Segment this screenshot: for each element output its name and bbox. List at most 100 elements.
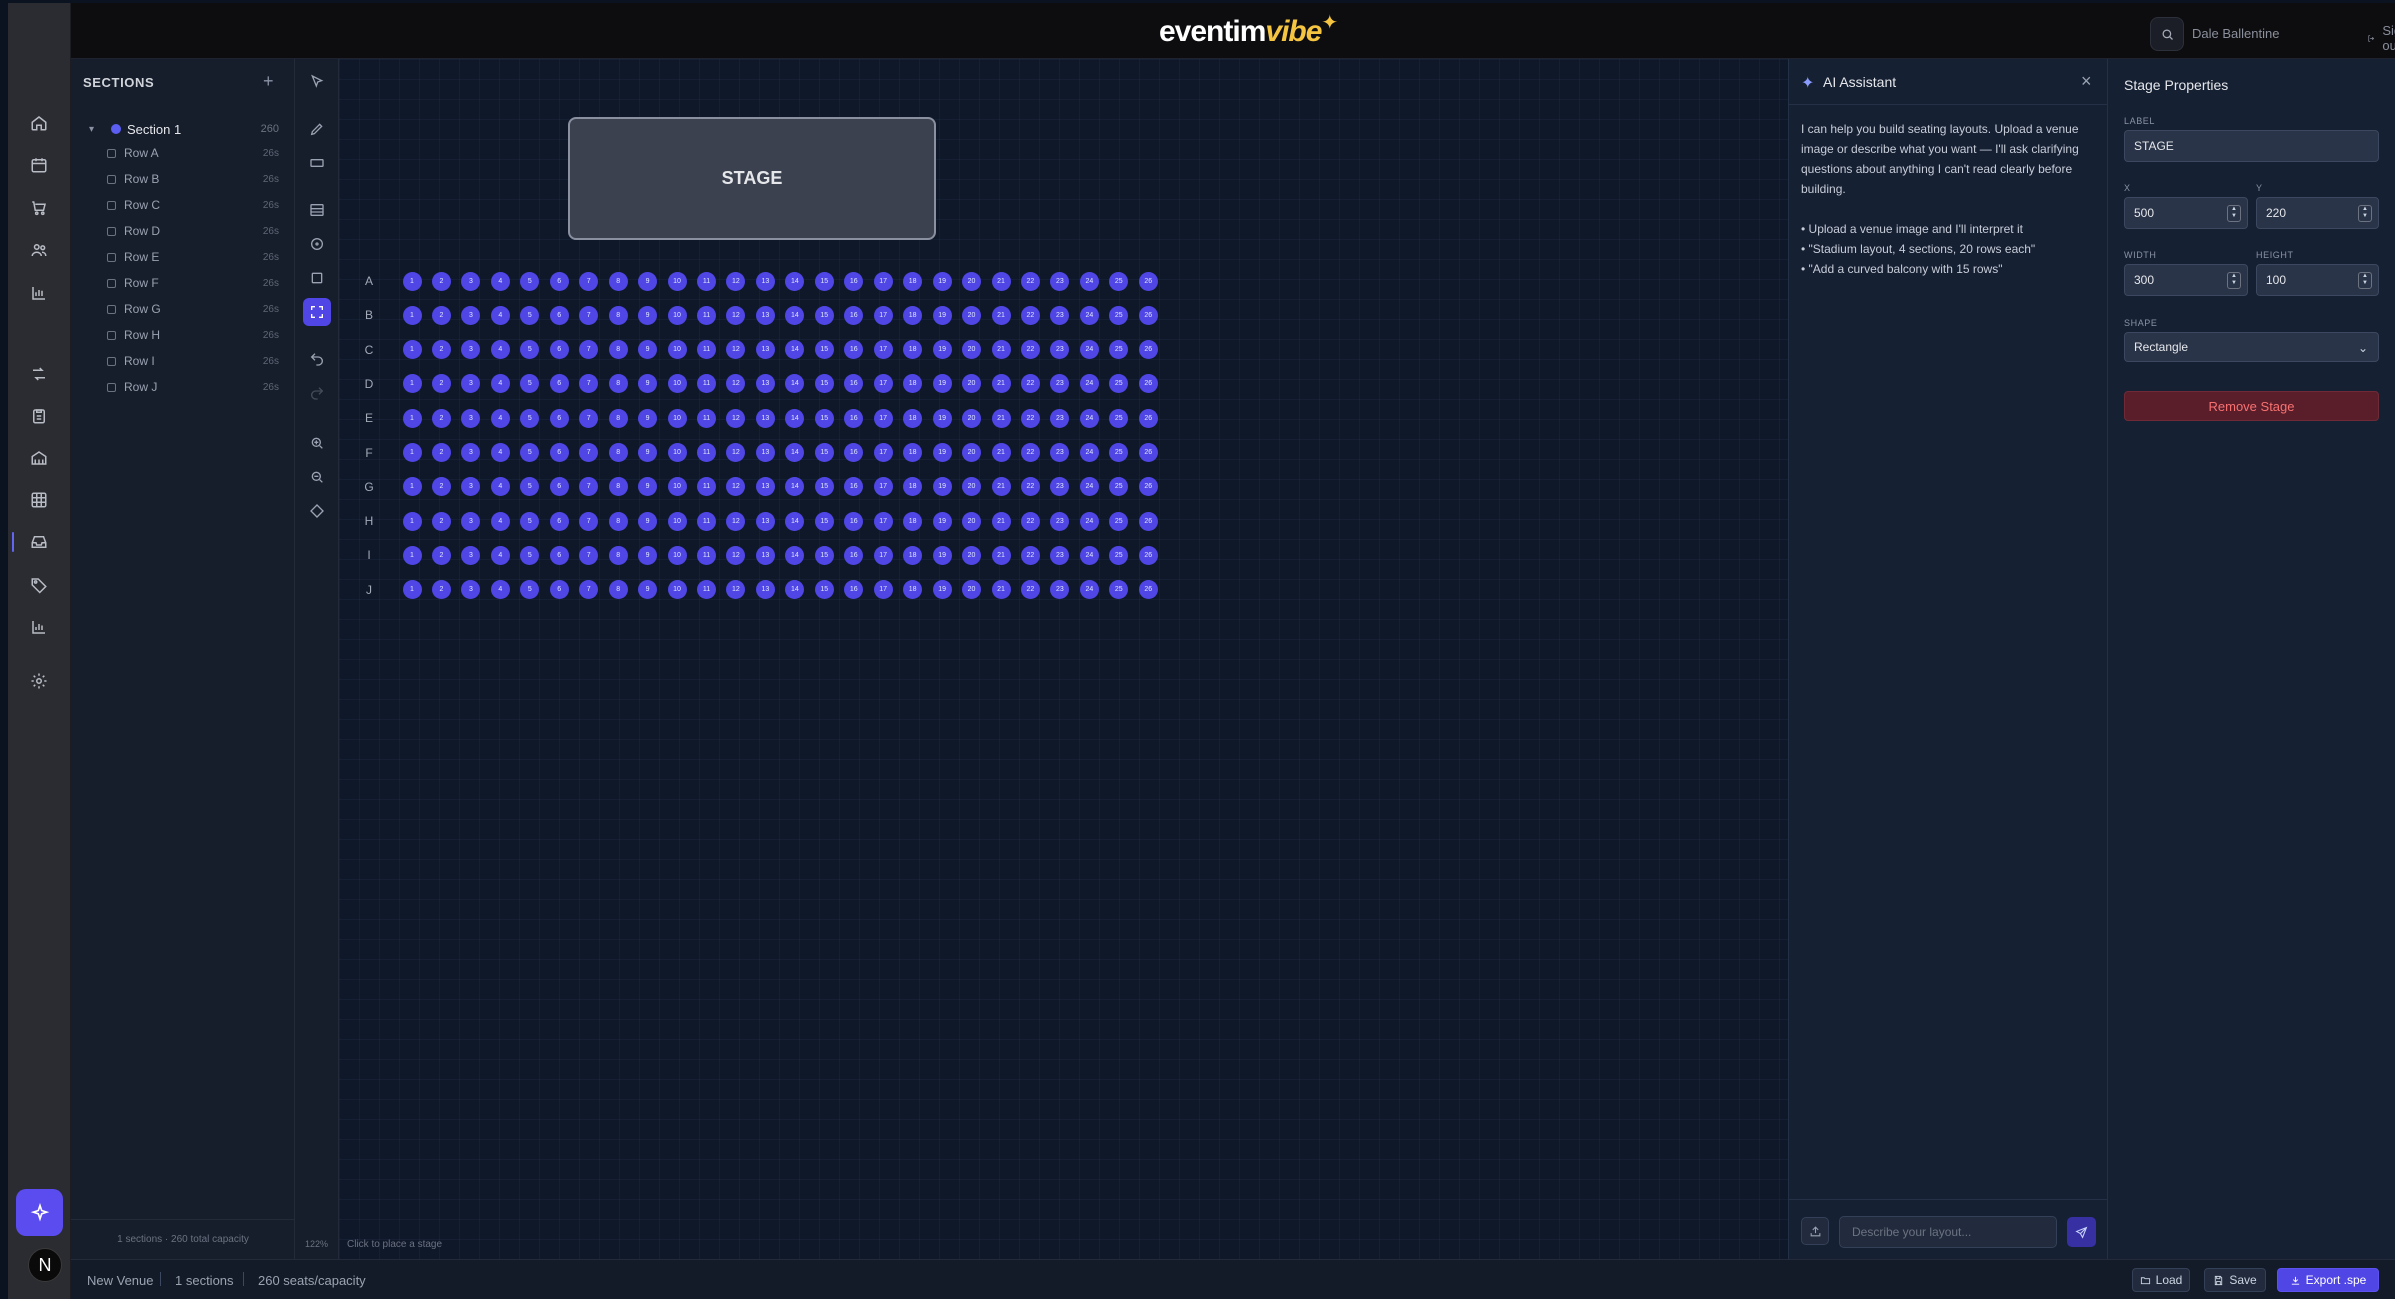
- seat[interactable]: 9: [638, 408, 658, 428]
- seat[interactable]: 23: [1050, 545, 1070, 565]
- seat[interactable]: 17: [873, 580, 893, 600]
- seat[interactable]: 6: [549, 340, 569, 360]
- seat[interactable]: 17: [873, 340, 893, 360]
- sign-out-button[interactable]: Sign out: [2367, 23, 2395, 53]
- seat[interactable]: 24: [1079, 408, 1099, 428]
- seat[interactable]: 1: [402, 271, 422, 291]
- seat[interactable]: 12: [726, 340, 746, 360]
- seat[interactable]: 24: [1079, 271, 1099, 291]
- seat[interactable]: 11: [697, 545, 716, 565]
- seat[interactable]: 23: [1050, 580, 1070, 600]
- describe-layout-input[interactable]: [1839, 1216, 2057, 1248]
- ai-assistant-button[interactable]: [16, 1189, 63, 1236]
- width-field[interactable]: 300 ▲ ▼: [2124, 264, 2248, 296]
- seat[interactable]: 7: [579, 477, 599, 497]
- users-icon[interactable]: [26, 237, 52, 263]
- seat[interactable]: 4: [490, 580, 510, 600]
- seat[interactable]: 2: [431, 580, 451, 600]
- seat[interactable]: 14: [785, 271, 805, 291]
- seat[interactable]: 20: [962, 408, 982, 428]
- seat[interactable]: 10: [667, 271, 687, 291]
- seat[interactable]: 16: [844, 511, 864, 531]
- seat[interactable]: 8: [608, 580, 628, 600]
- pen-tool[interactable]: [303, 115, 331, 143]
- y-field[interactable]: 220 ▲ ▼: [2256, 197, 2379, 229]
- seat[interactable]: 13: [755, 477, 775, 497]
- seat[interactable]: 13: [755, 580, 775, 600]
- stage-element[interactable]: STAGE: [568, 117, 936, 240]
- height-stepper[interactable]: ▲ ▼: [2358, 272, 2372, 289]
- seat[interactable]: 23: [1050, 271, 1070, 291]
- seat[interactable]: 19: [932, 443, 952, 462]
- seat[interactable]: 3: [461, 580, 481, 600]
- seat[interactable]: 21: [991, 340, 1011, 360]
- seat[interactable]: 17: [873, 511, 893, 531]
- seat[interactable]: 2: [431, 477, 451, 497]
- seat[interactable]: 4: [490, 271, 510, 291]
- seat[interactable]: 25: [1109, 511, 1129, 531]
- seat[interactable]: 7: [579, 443, 599, 462]
- seat[interactable]: 17: [873, 271, 893, 291]
- seat[interactable]: 18: [903, 408, 923, 428]
- seat[interactable]: 7: [579, 408, 599, 428]
- seat[interactable]: 19: [932, 340, 952, 360]
- seat[interactable]: 14: [785, 408, 805, 428]
- seat[interactable]: 25: [1109, 580, 1129, 600]
- seat[interactable]: 6: [549, 443, 569, 462]
- seat[interactable]: 26: [1138, 443, 1158, 462]
- seat[interactable]: 21: [991, 374, 1011, 394]
- seat[interactable]: 8: [608, 545, 628, 565]
- seat[interactable]: 22: [1020, 408, 1040, 428]
- seat[interactable]: 16: [844, 271, 864, 291]
- seat[interactable]: 20: [962, 340, 982, 360]
- seat[interactable]: 26: [1138, 271, 1158, 291]
- seat[interactable]: 4: [490, 340, 510, 360]
- seat[interactable]: 15: [814, 580, 834, 600]
- seat[interactable]: 17: [873, 408, 893, 428]
- y-stepper[interactable]: ▲ ▼: [2358, 205, 2372, 222]
- seat[interactable]: 19: [932, 374, 952, 394]
- circle-tool[interactable]: [303, 230, 331, 258]
- seat[interactable]: 2: [431, 545, 451, 565]
- seat[interactable]: 7: [579, 511, 599, 531]
- seat[interactable]: 26: [1138, 580, 1158, 600]
- seat[interactable]: 14: [785, 374, 805, 394]
- seat[interactable]: 5: [520, 545, 540, 565]
- seat[interactable]: 19: [932, 580, 952, 600]
- seat[interactable]: 8: [608, 477, 628, 497]
- seat[interactable]: 25: [1109, 545, 1129, 565]
- seat[interactable]: 11: [697, 374, 716, 394]
- select-tool[interactable]: [303, 68, 331, 96]
- seat[interactable]: 11: [697, 305, 716, 325]
- seat[interactable]: 2: [431, 340, 451, 360]
- gear-icon[interactable]: [26, 668, 52, 694]
- seat[interactable]: 20: [962, 271, 982, 291]
- seat[interactable]: 3: [461, 340, 481, 360]
- seat[interactable]: 15: [814, 408, 834, 428]
- seat[interactable]: 22: [1020, 580, 1040, 600]
- seat[interactable]: 11: [697, 511, 716, 531]
- seat[interactable]: 4: [490, 305, 510, 325]
- seat[interactable]: 1: [402, 374, 422, 394]
- section-item[interactable]: ▾ Section 1 260: [89, 119, 279, 139]
- venue-icon[interactable]: [26, 445, 52, 471]
- sidebar-row-item[interactable]: Row B 26s: [107, 170, 279, 188]
- seat[interactable]: 21: [991, 477, 1011, 497]
- seat[interactable]: 11: [697, 271, 716, 291]
- seat[interactable]: 16: [844, 545, 864, 565]
- seat[interactable]: 2: [431, 408, 451, 428]
- seat[interactable]: 12: [726, 580, 746, 600]
- seat[interactable]: 15: [814, 443, 834, 462]
- seat[interactable]: 18: [903, 477, 923, 497]
- seat[interactable]: 21: [991, 271, 1011, 291]
- seat[interactable]: 20: [962, 580, 982, 600]
- seat[interactable]: 2: [431, 443, 451, 462]
- seat[interactable]: 23: [1050, 305, 1070, 325]
- seat[interactable]: 24: [1079, 340, 1099, 360]
- seat[interactable]: 13: [755, 545, 775, 565]
- seat[interactable]: 12: [726, 477, 746, 497]
- seat[interactable]: 3: [461, 271, 481, 291]
- seat[interactable]: 20: [962, 305, 982, 325]
- seat[interactable]: 10: [667, 545, 687, 565]
- seat[interactable]: 18: [903, 443, 923, 462]
